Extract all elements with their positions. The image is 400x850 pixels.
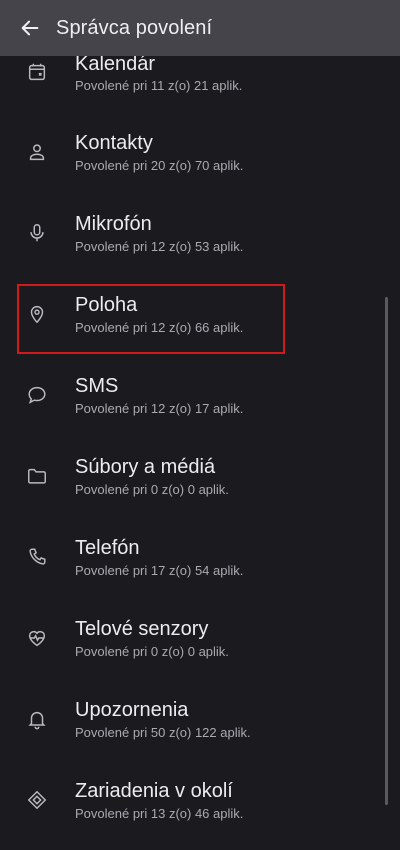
- calendar-icon: [25, 60, 49, 84]
- phone-icon: [25, 545, 49, 569]
- permission-title: Kalendár: [75, 53, 156, 75]
- permission-title: SMS: [75, 375, 119, 397]
- microphone-icon: [25, 221, 49, 245]
- permission-subtitle: Povolené pri 0 z(o) 0 aplik.: [75, 644, 229, 659]
- permission-title: Zariadenia v okolí: [75, 780, 233, 802]
- permission-title: Poloha: [75, 294, 138, 316]
- permission-subtitle: Povolené pri 20 z(o) 70 aplik.: [75, 158, 244, 173]
- app-bar: Správca povolení: [0, 0, 400, 56]
- permission-item-location[interactable]: Poloha Povolené pri 12 z(o) 66 aplik.: [0, 283, 400, 364]
- permission-item-notifications[interactable]: Upozornenia Povolené pri 50 z(o) 122 apl…: [0, 688, 400, 769]
- back-button[interactable]: [8, 6, 52, 50]
- person-icon: [25, 140, 49, 164]
- permission-subtitle: Povolené pri 0 z(o) 0 aplik.: [75, 482, 229, 497]
- permission-item-sms[interactable]: SMS Povolené pri 12 z(o) 17 aplik.: [0, 364, 400, 445]
- permission-subtitle: Povolené pri 17 z(o) 54 aplik.: [75, 563, 244, 578]
- permission-item-microphone[interactable]: Mikrofón Povolené pri 12 z(o) 53 aplik.: [0, 202, 400, 283]
- page-title: Správca povolení: [56, 16, 213, 39]
- permission-item-nearby-devices[interactable]: Zariadenia v okolí Povolené pri 13 z(o) …: [0, 769, 400, 850]
- chat-bubble-icon: [25, 383, 49, 407]
- permission-title: Mikrofón: [75, 213, 152, 235]
- nearby-devices-icon: [25, 788, 49, 812]
- permission-title: Telové senzory: [75, 618, 209, 640]
- permission-item-body-sensors[interactable]: Telové senzory Povolené pri 0 z(o) 0 apl…: [0, 607, 400, 688]
- permission-title: Kontakty: [75, 132, 153, 154]
- permission-item-phone[interactable]: Telefón Povolené pri 17 z(o) 54 aplik.: [0, 526, 400, 607]
- permission-subtitle: Povolené pri 12 z(o) 66 aplik.: [75, 320, 244, 335]
- permission-title: Telefón: [75, 537, 140, 559]
- permission-subtitle: Povolené pri 50 z(o) 122 aplik.: [75, 725, 251, 740]
- permission-item-files-media[interactable]: Súbory a médiá Povolené pri 0 z(o) 0 apl…: [0, 445, 400, 526]
- bell-icon: [25, 707, 49, 731]
- folder-icon: [25, 464, 49, 488]
- location-pin-icon: [25, 302, 49, 326]
- permission-title: Súbory a médiá: [75, 456, 216, 478]
- permission-subtitle: Povolené pri 12 z(o) 17 aplik.: [75, 401, 244, 416]
- permission-title: Upozornenia: [75, 699, 189, 721]
- permission-subtitle: Povolené pri 12 z(o) 53 aplik.: [75, 239, 244, 254]
- scrollbar[interactable]: [385, 297, 388, 805]
- back-arrow-icon: [19, 17, 41, 39]
- permission-subtitle: Povolené pri 11 z(o) 21 aplik.: [75, 78, 243, 93]
- heart-pulse-icon: [25, 626, 49, 650]
- permission-item-contacts[interactable]: Kontakty Povolené pri 20 z(o) 70 aplik.: [0, 121, 400, 202]
